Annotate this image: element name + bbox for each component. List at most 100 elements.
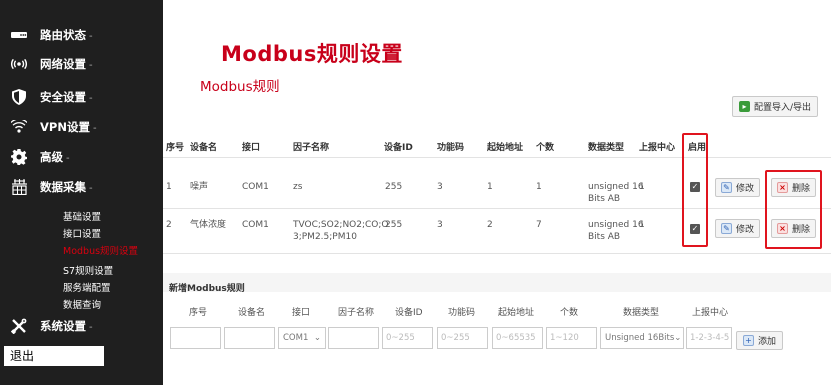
- delete-icon: ×: [777, 223, 788, 234]
- nav-system-settings[interactable]: 系统设置 -: [0, 316, 163, 336]
- nav-label: 路由状态: [40, 28, 86, 42]
- new-port-select[interactable]: COM1 ⌄: [278, 327, 326, 349]
- new-col-device: 设备名: [238, 308, 266, 318]
- delete-button[interactable]: × 删除: [771, 219, 817, 238]
- cell-device-id: 255: [385, 182, 403, 192]
- new-device-input[interactable]: [224, 327, 275, 349]
- sub-item-s7-rules[interactable]: S7规则设置: [63, 263, 113, 277]
- nav-data-collection[interactable]: 数据采集 -: [0, 177, 163, 197]
- delete-button[interactable]: × 删除: [771, 178, 817, 197]
- col-header-start: 起始地址: [487, 143, 524, 153]
- divider: [163, 253, 831, 254]
- chevron-down-icon: ⌄: [313, 333, 321, 343]
- new-dtype-select[interactable]: Unsigned 16Bits ⌄: [600, 327, 684, 349]
- logout-button[interactable]: 退出: [4, 346, 104, 366]
- divider: [163, 208, 831, 209]
- nav-label: 网络设置: [40, 57, 86, 71]
- cell-dtype-line2: Bits AB: [588, 232, 621, 242]
- gear-icon: [10, 148, 28, 166]
- nav-network-settings[interactable]: 网络设置 -: [0, 54, 163, 74]
- cell-func: 3: [437, 220, 443, 230]
- chevron-icon: -: [66, 153, 70, 164]
- col-header-device: 设备名: [190, 143, 218, 153]
- new-dtype-value: Unsigned 16Bits: [605, 333, 675, 343]
- nav-label: VPN设置: [40, 120, 90, 134]
- cell-factor-line1: TVOC;SO2;NO2;CO;O: [293, 220, 389, 230]
- sub-item-modbus-rules[interactable]: Modbus规则设置: [63, 243, 138, 257]
- new-col-func: 功能码: [448, 308, 476, 318]
- new-col-dtype: 数据类型: [623, 308, 660, 318]
- page-title: Modbus规则设置: [221, 42, 403, 66]
- add-icon: +: [743, 335, 754, 346]
- cell-port: COM1: [242, 182, 269, 192]
- nav-router-status[interactable]: 路由状态 -: [0, 25, 163, 45]
- new-factor-input[interactable]: [328, 327, 379, 349]
- edit-button[interactable]: ✎ 修改: [715, 178, 761, 197]
- nav-label: 系统设置: [40, 319, 86, 333]
- shield-icon: [10, 88, 28, 106]
- new-device-id-input[interactable]: [382, 327, 433, 349]
- cell-func: 3: [437, 182, 443, 192]
- import-export-button[interactable]: ▸ 配置导入/导出: [732, 96, 819, 117]
- new-func-input[interactable]: [437, 327, 488, 349]
- cell-dtype-line1: unsigned 16: [588, 182, 644, 192]
- cell-device: 气体浓度: [190, 220, 227, 230]
- cell-device: 噪声: [190, 182, 209, 192]
- new-col-port: 接口: [292, 308, 311, 318]
- delete-icon: ×: [777, 182, 788, 193]
- data-collect-icon: [10, 178, 28, 196]
- col-header-port: 接口: [242, 143, 261, 153]
- col-header-func: 功能码: [437, 143, 465, 153]
- cell-port: COM1: [242, 220, 269, 230]
- cell-start: 1: [487, 182, 493, 192]
- nav-label: 数据采集: [40, 180, 86, 194]
- sub-item-interface-settings[interactable]: 接口设置: [63, 226, 101, 240]
- router-icon: [10, 26, 28, 44]
- cell-index: 2: [166, 220, 172, 230]
- nav-label: 安全设置: [40, 90, 86, 104]
- edit-label: 修改: [736, 225, 755, 235]
- enabled-checkbox[interactable]: ✓: [690, 182, 700, 192]
- sub-item-server-config[interactable]: 服务端配置: [63, 280, 111, 294]
- chevron-icon: -: [89, 322, 93, 333]
- section-title: Modbus规则: [200, 79, 280, 95]
- new-report-input[interactable]: [686, 327, 732, 349]
- delete-label: 删除: [792, 225, 811, 235]
- col-header-count: 个数: [536, 143, 555, 153]
- nav-vpn-settings[interactable]: VPN设置 -: [0, 117, 163, 137]
- edit-button[interactable]: ✎ 修改: [715, 219, 761, 238]
- main-content: Modbus规则设置 Modbus规则 ▸ 配置导入/导出 序号 设备名 接口 …: [163, 0, 831, 385]
- edit-label: 修改: [736, 184, 755, 194]
- tools-icon: [10, 317, 28, 335]
- new-rule-title: 新增Modbus规则: [169, 284, 245, 294]
- chevron-icon: -: [92, 123, 97, 134]
- add-button[interactable]: + 添加: [736, 331, 784, 350]
- new-index-input[interactable]: [170, 327, 221, 349]
- cell-start: 2: [487, 220, 493, 230]
- sub-item-data-query[interactable]: 数据查询: [63, 297, 101, 311]
- enabled-checkbox[interactable]: ✓: [690, 224, 700, 234]
- new-col-report: 上报中心: [692, 308, 729, 318]
- new-count-input[interactable]: [546, 327, 597, 349]
- col-header-report: 上报中心: [639, 143, 676, 153]
- col-header-enabled: 启用: [688, 143, 707, 153]
- col-header-factor: 因子名称: [293, 143, 330, 153]
- new-col-count: 个数: [560, 308, 579, 318]
- cell-dtype-line1: unsigned 16: [588, 220, 644, 230]
- nav-advanced[interactable]: 高级 -: [0, 147, 163, 167]
- new-col-factor: 因子名称: [338, 308, 375, 318]
- delete-label: 删除: [792, 184, 811, 194]
- sub-item-basic-settings[interactable]: 基础设置: [63, 209, 101, 223]
- chevron-icon: -: [89, 60, 93, 71]
- cell-index: 1: [166, 182, 172, 192]
- wifi-signal-icon: [10, 55, 28, 73]
- new-col-device-id: 设备ID: [395, 308, 423, 318]
- col-header-device-id: 设备ID: [384, 143, 413, 153]
- new-start-input[interactable]: [492, 327, 543, 349]
- chevron-icon: -: [89, 183, 93, 194]
- add-label: 添加: [758, 337, 777, 347]
- nav-security-settings[interactable]: 安全设置 -: [0, 87, 163, 107]
- new-col-index: 序号: [189, 308, 208, 318]
- sidebar: 路由状态 - 网络设置 - 安全设置 - VPN设置 - 高级 - 数据采集 - 基础设置 …: [0, 0, 163, 385]
- cell-factor-line2: 3;PM2.5;PM10: [293, 232, 357, 242]
